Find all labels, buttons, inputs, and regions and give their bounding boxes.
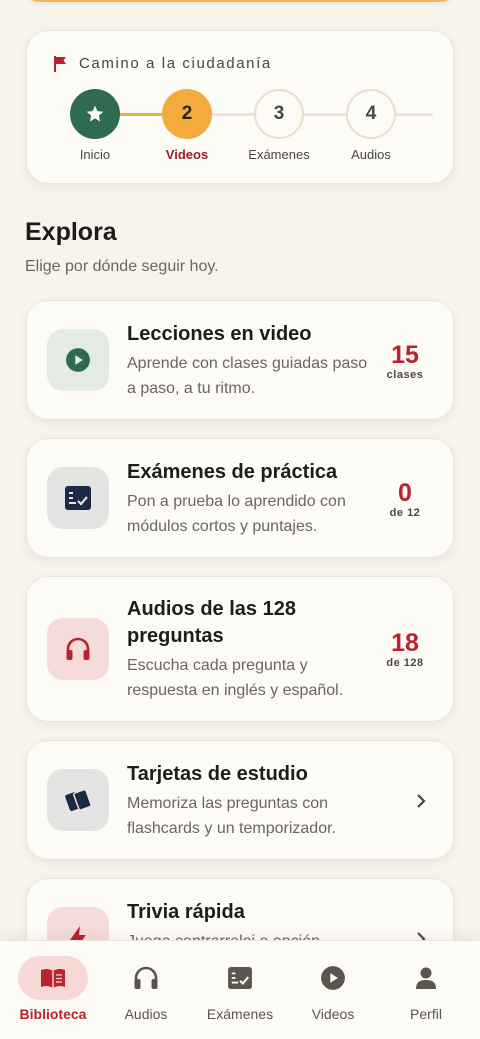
book-icon: [41, 968, 65, 988]
progress-header: Camino a la ciudadanía: [53, 55, 272, 72]
card-title: Trivia rápida: [127, 901, 245, 923]
nav-label: Perfil: [410, 1006, 442, 1022]
headphones-icon: [134, 966, 158, 989]
step-videos[interactable]: 2: [162, 89, 212, 139]
card-description: Escucha cada pregunta y: [127, 657, 308, 674]
step-number: 2: [181, 103, 193, 124]
stat-unit: clases: [386, 369, 424, 381]
explore-title: Explora: [25, 218, 117, 246]
card-title-line2: preguntas: [127, 625, 224, 647]
practice-exams-card[interactable]: Exámenes de práctica Pon a prueba lo apr…: [26, 438, 454, 558]
card-description: módulos cortos y puntajes.: [127, 518, 318, 535]
stat-number: 0: [398, 479, 412, 507]
headphones-icon: [47, 618, 109, 680]
nav-icon-wrap: [391, 956, 461, 1000]
nav-icon-wrap: [205, 956, 275, 1000]
flag-icon: [54, 55, 66, 72]
stat-number: 18: [391, 629, 419, 657]
exams-progress: 0 de 12: [375, 479, 435, 519]
person-icon: [416, 967, 436, 989]
nav-icon-wrap: [298, 956, 368, 1000]
card-title: Lecciones en video: [127, 323, 312, 345]
card-description: Memoriza las preguntas con: [127, 795, 328, 812]
video-lessons-card[interactable]: Lecciones en video Aprende con clases gu…: [26, 300, 454, 420]
play-circle-icon: [321, 966, 345, 990]
nav-active-indicator: [18, 956, 88, 1000]
nav-label: Exámenes: [206, 1006, 274, 1022]
step-label: Audios: [351, 147, 391, 162]
nav-examenes[interactable]: Exámenes: [192, 941, 288, 1039]
nav-label: Biblioteca: [19, 1006, 87, 1022]
stat-number: 15: [391, 341, 419, 369]
card-description: a paso, a tu ritmo.: [127, 380, 256, 397]
nav-audios[interactable]: Audios: [98, 941, 194, 1039]
step-label: Exámenes: [248, 147, 310, 162]
audios-progress: 18 de 128: [375, 629, 435, 669]
card-description: flashcards y un temporizador.: [127, 820, 336, 837]
nav-icon-wrap: [111, 956, 181, 1000]
step-label-current: Videos: [165, 147, 209, 162]
checklist-icon: [228, 967, 252, 989]
step-inicio[interactable]: [70, 89, 120, 139]
step-examenes[interactable]: 3: [254, 89, 304, 139]
play-icon: [47, 329, 109, 391]
step-number: 3: [273, 103, 285, 124]
card-title: Tarjetas de estudio: [127, 763, 308, 785]
step-number: 4: [365, 103, 377, 124]
nav-label: Audios: [124, 1006, 168, 1022]
step-audios[interactable]: 4: [346, 89, 396, 139]
nav-label: Videos: [311, 1006, 355, 1022]
card-title: Audios de las 128: [127, 598, 296, 620]
card-description: Pon a prueba lo aprendido con: [127, 493, 346, 510]
nav-videos[interactable]: Videos: [285, 941, 381, 1039]
progress-line-remaining: [187, 113, 433, 116]
progress-title: Camino a la ciudadanía: [79, 55, 272, 72]
star-icon: [86, 105, 104, 122]
citizenship-progress-card: Camino a la ciudadanía 2 3 4 Inicio Vide…: [26, 30, 454, 184]
stat-unit: de 12: [389, 507, 421, 519]
cards-icon: [47, 769, 109, 831]
chevron-right-icon: [417, 794, 426, 808]
checklist-icon: [47, 467, 109, 529]
nav-biblioteca[interactable]: Biblioteca: [5, 941, 101, 1039]
previous-card-edge: [24, 0, 456, 2]
card-description: respuesta en inglés y español.: [127, 682, 344, 699]
bottom-navigation: Biblioteca Audios Exámenes Videos Perfil: [0, 940, 480, 1039]
card-description: Aprende con clases guiadas paso: [127, 355, 368, 372]
step-label: Inicio: [79, 147, 111, 162]
stat-unit: de 128: [386, 657, 424, 669]
explore-subtitle: Elige por dónde seguir hoy.: [25, 258, 219, 275]
flashcards-card[interactable]: Tarjetas de estudio Memoriza las pregunt…: [26, 740, 454, 860]
audios-card[interactable]: Audios de las 128 preguntas Escucha cada…: [26, 576, 454, 722]
card-title: Exámenes de práctica: [127, 461, 338, 483]
lessons-count: 15 clases: [375, 341, 435, 381]
nav-perfil[interactable]: Perfil: [378, 941, 474, 1039]
